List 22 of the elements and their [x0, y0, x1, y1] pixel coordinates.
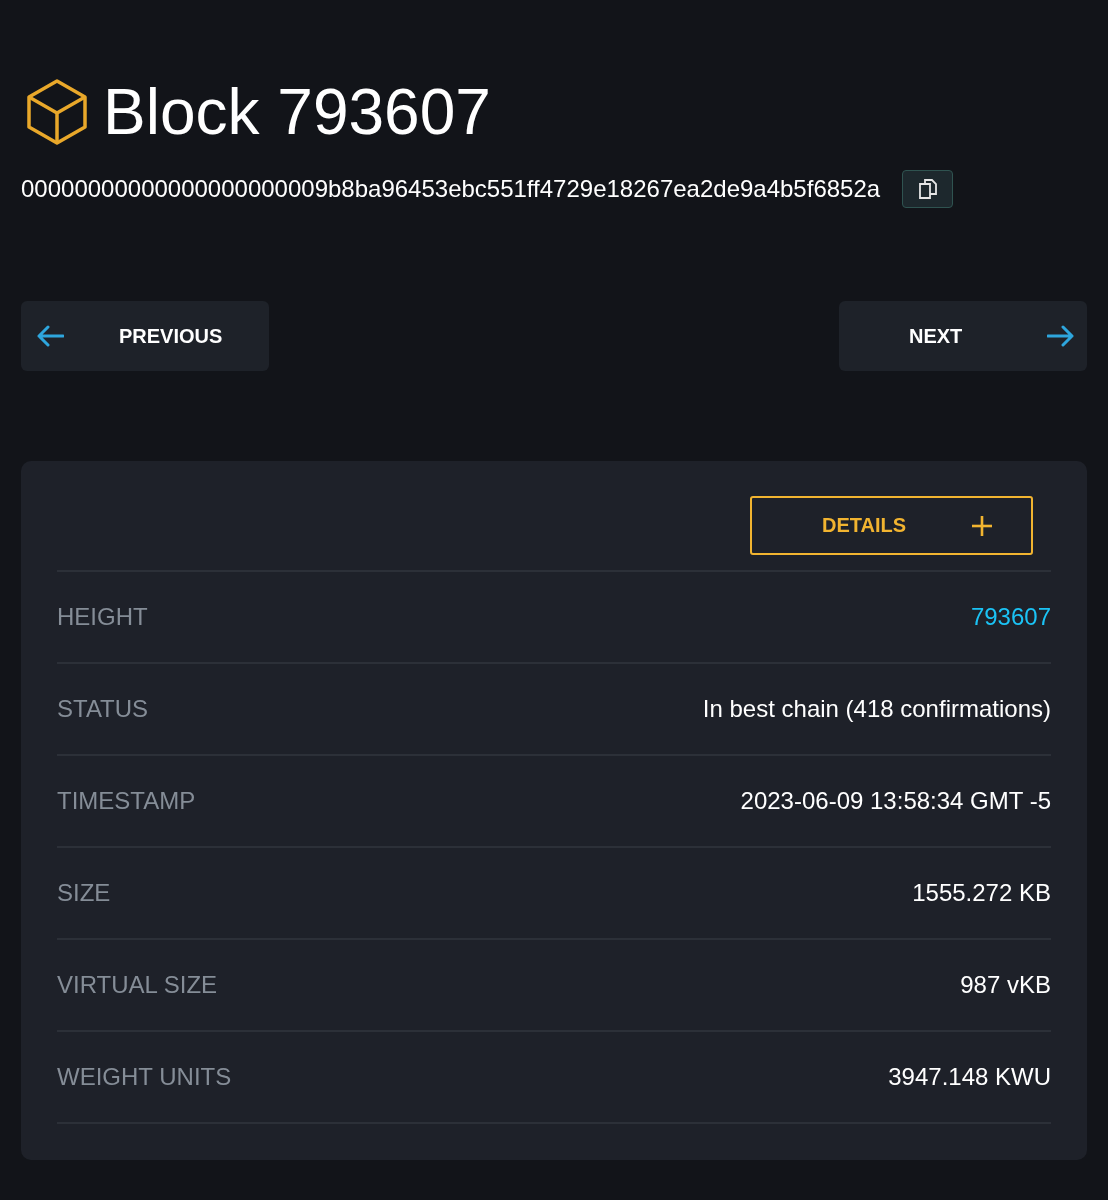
copy-button[interactable]: [902, 170, 954, 208]
details-button[interactable]: DETAILS: [750, 496, 1033, 555]
previous-button[interactable]: PREVIOUS: [21, 301, 269, 371]
field-label: TIMESTAMP: [57, 787, 196, 815]
copy-icon: [918, 179, 937, 199]
page-title: Block 793607: [103, 75, 491, 150]
field-label: SIZE: [57, 879, 111, 907]
field-label: VIRTUAL SIZE: [57, 971, 218, 999]
field-value: In best chain (418 confirmations): [702, 695, 1051, 723]
field-label: WEIGHT UNITS: [57, 1063, 232, 1091]
field-label: HEIGHT: [57, 603, 148, 631]
left-arrow-icon: [36, 325, 64, 347]
height-link[interactable]: 793607: [970, 603, 1051, 631]
field-label: STATUS: [57, 695, 149, 723]
field-value: 2023-06-09 13:58:34 GMT -5: [740, 787, 1051, 815]
next-button[interactable]: NEXT: [839, 301, 1087, 371]
cube-icon: [27, 79, 87, 145]
field-value: 3947.148 KWU: [888, 1063, 1051, 1091]
right-arrow-icon: [1047, 325, 1076, 347]
field-value: 987 vKB: [960, 971, 1051, 999]
block-hash: 00000000000000000000009b8ba96453ebc551ff4729e18267ea2de9a4b5f6852a: [21, 175, 881, 203]
field-value: 1555.272 KB: [912, 879, 1051, 907]
